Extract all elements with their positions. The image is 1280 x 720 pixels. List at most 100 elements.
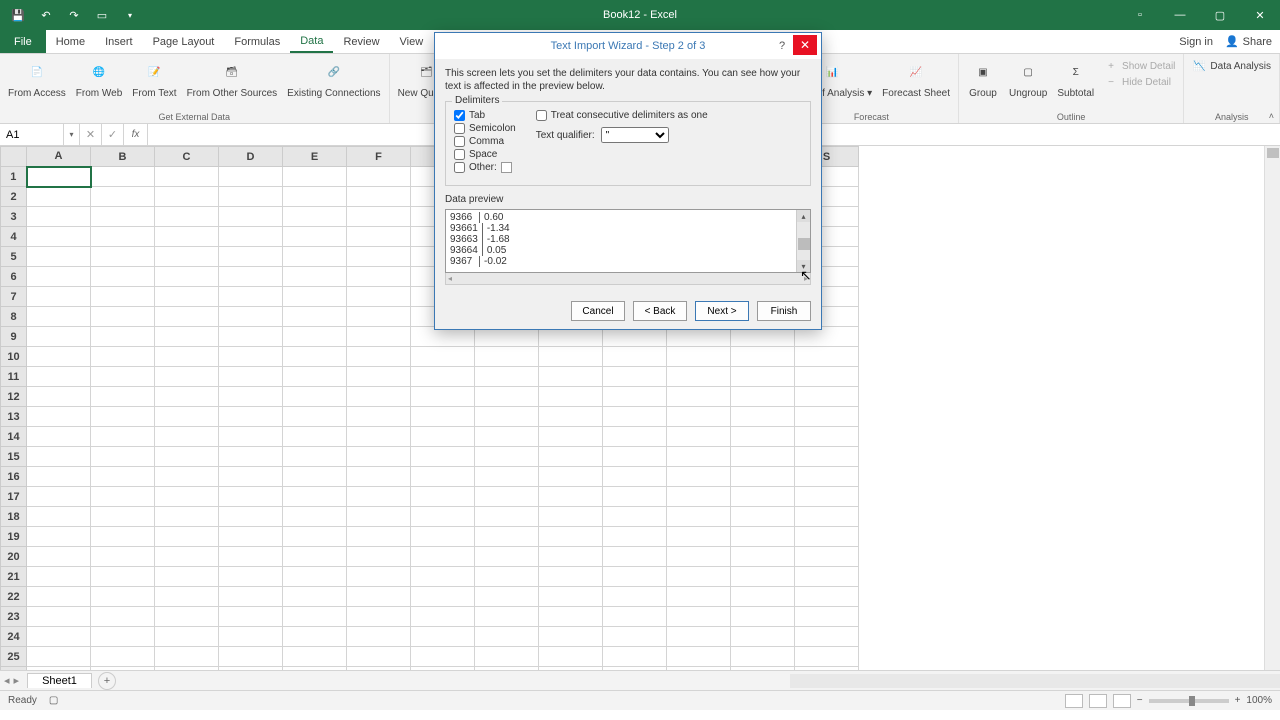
cell[interactable] [283, 167, 347, 187]
cell[interactable] [731, 447, 795, 467]
tab-home[interactable]: Home [46, 30, 95, 53]
cell[interactable] [155, 387, 219, 407]
cell[interactable] [219, 187, 283, 207]
cell[interactable] [603, 547, 667, 567]
cell[interactable] [91, 427, 155, 447]
cell[interactable] [155, 507, 219, 527]
cell[interactable] [603, 427, 667, 447]
cell[interactable] [347, 407, 411, 427]
macro-record-icon[interactable]: ▢ [49, 695, 58, 706]
delimiter-tab-checkbox[interactable]: Tab [454, 110, 516, 121]
cell[interactable] [539, 507, 603, 527]
cell[interactable] [603, 367, 667, 387]
cell[interactable] [219, 347, 283, 367]
cell[interactable] [475, 527, 539, 547]
cell[interactable] [795, 407, 859, 427]
finish-button[interactable]: Finish [757, 301, 811, 321]
cell[interactable] [731, 367, 795, 387]
cell[interactable] [27, 367, 91, 387]
column-header[interactable]: C [155, 147, 219, 167]
data-analysis-button[interactable]: 📉Data Analysis [1188, 58, 1275, 74]
cell[interactable] [667, 567, 731, 587]
cell[interactable] [219, 507, 283, 527]
from-other-sources-button[interactable]: 🗃From Other Sources [183, 56, 282, 111]
accept-formula-icon[interactable]: ✓ [102, 124, 124, 145]
row-header[interactable]: 14 [1, 427, 27, 447]
cell[interactable] [731, 607, 795, 627]
cell[interactable] [411, 547, 475, 567]
cell[interactable] [219, 267, 283, 287]
delimiter-space-checkbox[interactable]: Space [454, 149, 516, 160]
cell[interactable] [667, 447, 731, 467]
cell[interactable] [731, 587, 795, 607]
cell[interactable] [603, 647, 667, 667]
cell[interactable] [347, 347, 411, 367]
cell[interactable] [219, 607, 283, 627]
dialog-close-button[interactable]: ✕ [793, 35, 817, 55]
cell[interactable] [155, 167, 219, 187]
cell[interactable] [283, 427, 347, 447]
cell[interactable] [347, 427, 411, 447]
collapse-ribbon-icon[interactable]: ˄ [1269, 111, 1274, 121]
column-header[interactable]: A [27, 147, 91, 167]
treat-consecutive-checkbox[interactable]: Treat consecutive delimiters as one [536, 110, 708, 121]
sheet-nav-arrows[interactable]: ◂▸ [0, 674, 23, 687]
hide-detail-button[interactable]: −Hide Detail [1100, 74, 1179, 90]
cell[interactable] [667, 407, 731, 427]
cell[interactable] [91, 407, 155, 427]
cell[interactable] [667, 507, 731, 527]
cell[interactable] [667, 547, 731, 567]
cell[interactable] [219, 547, 283, 567]
cell[interactable] [219, 387, 283, 407]
next-button[interactable]: Next > [695, 301, 749, 321]
cell[interactable] [283, 227, 347, 247]
cell[interactable] [91, 227, 155, 247]
maximize-icon[interactable]: ▢ [1200, 0, 1240, 30]
page-layout-view-button[interactable] [1089, 694, 1107, 708]
zoom-level[interactable]: 100% [1246, 695, 1272, 706]
cell[interactable] [283, 367, 347, 387]
row-header[interactable]: 7 [1, 287, 27, 307]
cell[interactable] [91, 247, 155, 267]
cell[interactable] [155, 627, 219, 647]
cell[interactable] [27, 607, 91, 627]
cell[interactable] [539, 607, 603, 627]
cell[interactable] [219, 447, 283, 467]
cell[interactable] [667, 527, 731, 547]
cell[interactable] [155, 467, 219, 487]
cell[interactable] [91, 167, 155, 187]
cell[interactable] [155, 607, 219, 627]
row-header[interactable]: 22 [1, 587, 27, 607]
row-header[interactable]: 25 [1, 647, 27, 667]
sheet-tab[interactable]: Sheet1 [27, 673, 92, 688]
cell[interactable] [539, 347, 603, 367]
zoom-slider[interactable] [1149, 699, 1229, 703]
row-header[interactable]: 23 [1, 607, 27, 627]
cell[interactable] [91, 647, 155, 667]
cell[interactable] [155, 287, 219, 307]
cell[interactable] [539, 547, 603, 567]
cell[interactable] [283, 287, 347, 307]
vertical-scrollbar[interactable] [1264, 146, 1280, 670]
cell[interactable] [155, 447, 219, 467]
back-button[interactable]: < Back [633, 301, 687, 321]
cell[interactable] [795, 587, 859, 607]
cell[interactable] [155, 567, 219, 587]
cell[interactable] [667, 467, 731, 487]
cell[interactable] [219, 427, 283, 447]
cell[interactable] [795, 567, 859, 587]
cell[interactable] [27, 227, 91, 247]
tab-data[interactable]: Data [290, 30, 333, 53]
tab-review[interactable]: Review [333, 30, 389, 53]
cell[interactable] [219, 367, 283, 387]
cell[interactable] [731, 627, 795, 647]
cell[interactable] [91, 347, 155, 367]
cell[interactable] [603, 627, 667, 647]
cell[interactable] [667, 627, 731, 647]
cell[interactable] [219, 167, 283, 187]
cell[interactable] [475, 567, 539, 587]
cell[interactable] [731, 407, 795, 427]
cell[interactable] [91, 607, 155, 627]
cell[interactable] [283, 247, 347, 267]
cell[interactable] [411, 447, 475, 467]
